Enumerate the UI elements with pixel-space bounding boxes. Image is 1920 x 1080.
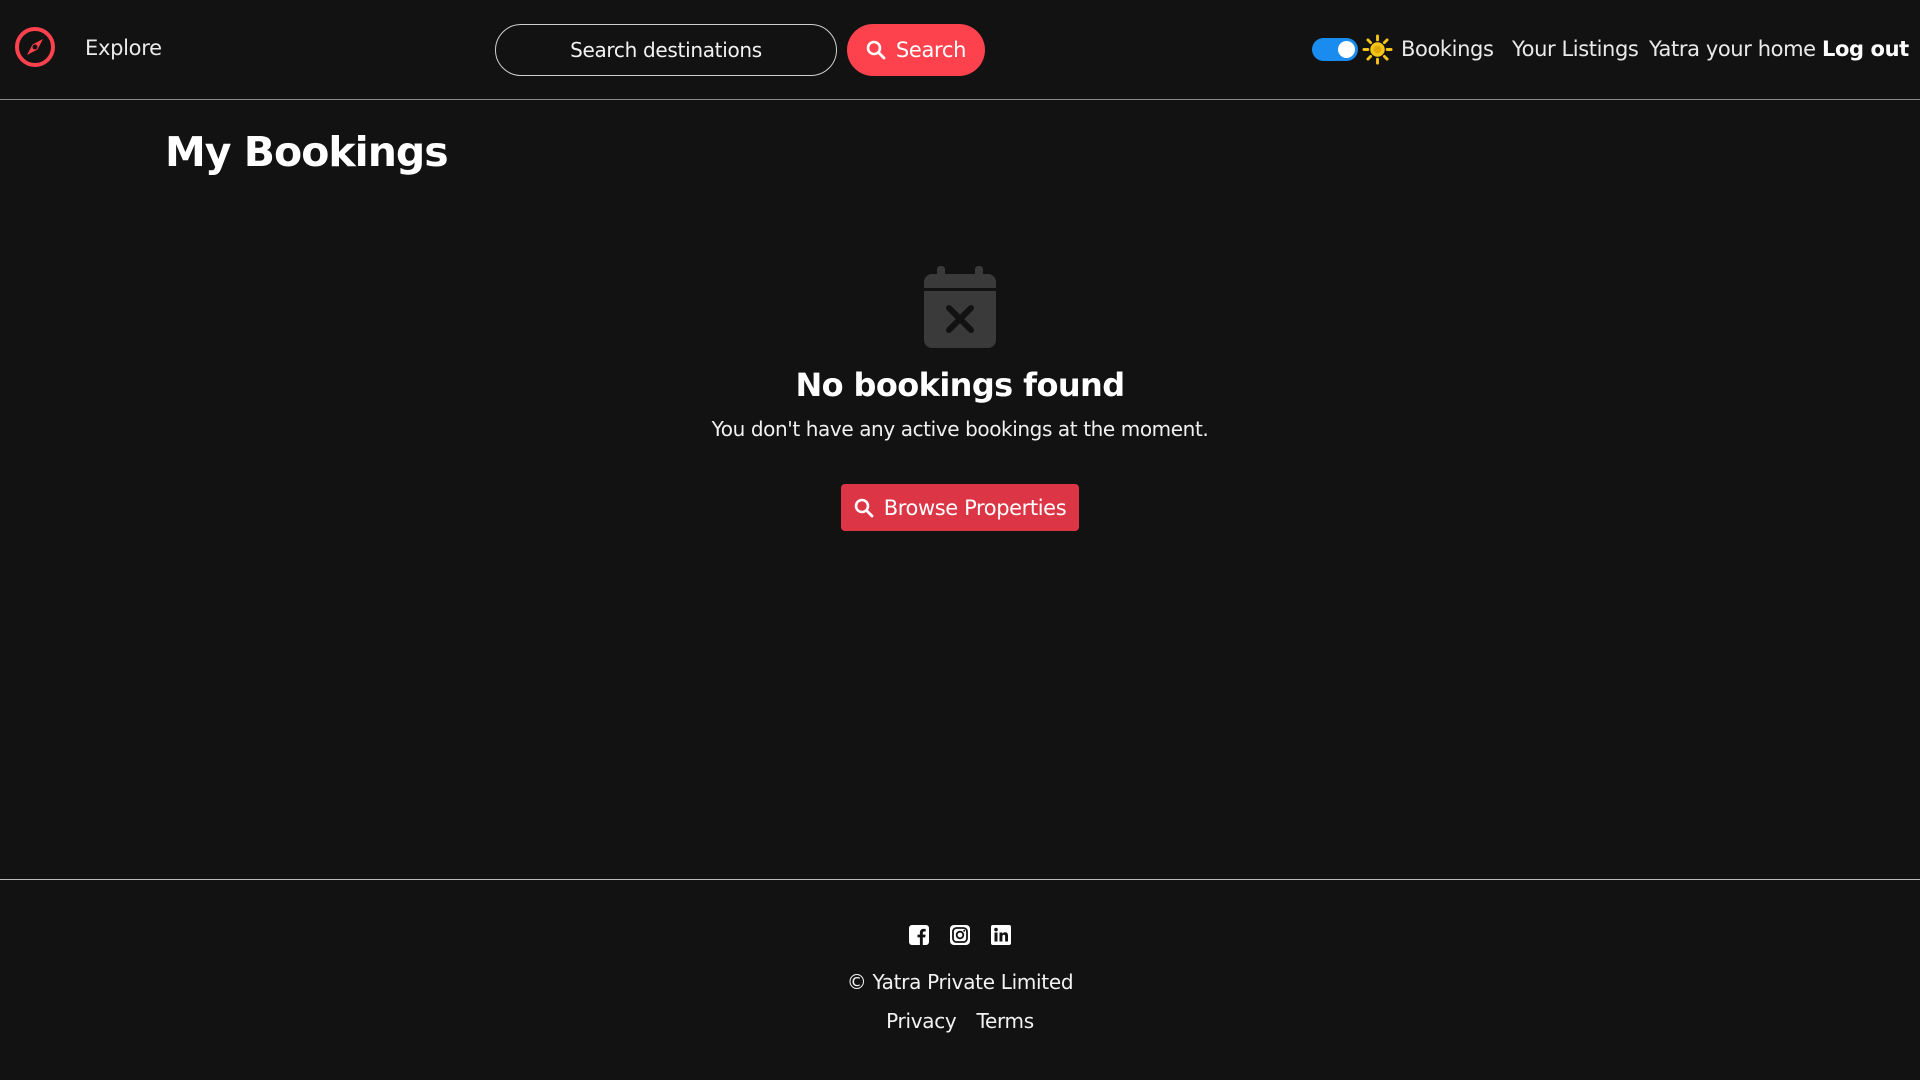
navbar: Explore Search Bookings Your Listings Ya… <box>0 0 1920 100</box>
terms-link[interactable]: Terms <box>976 1009 1034 1033</box>
browse-properties-button[interactable]: Browse Properties <box>841 484 1079 531</box>
nav-your-listings-link[interactable]: Your Listings <box>1512 37 1639 61</box>
empty-state-text: You don't have any active bookings at th… <box>711 417 1209 441</box>
sun-icon <box>1362 34 1393 65</box>
search-button[interactable]: Search <box>847 24 985 76</box>
compass-logo-icon[interactable] <box>14 26 56 68</box>
theme-toggle[interactable] <box>1312 38 1358 61</box>
empty-state-heading: No bookings found <box>795 366 1125 404</box>
page-title: My Bookings <box>165 128 449 176</box>
search-input[interactable] <box>495 24 837 76</box>
nav-bookings-link[interactable]: Bookings <box>1401 37 1494 61</box>
calendar-x-icon <box>924 266 996 348</box>
privacy-link[interactable]: Privacy <box>886 1009 957 1033</box>
search-icon <box>854 498 874 517</box>
nav-logout-link[interactable]: Log out <box>1822 37 1909 61</box>
footer-links: Privacy Terms <box>0 1009 1920 1033</box>
toggle-knob <box>1338 41 1355 58</box>
facebook-icon[interactable] <box>908 924 930 946</box>
nav-yatra-your-home-link[interactable]: Yatra your home <box>1649 37 1816 61</box>
linkedin-icon[interactable] <box>990 924 1012 946</box>
instagram-icon[interactable] <box>949 924 971 946</box>
search-button-label: Search <box>895 38 967 62</box>
browse-properties-label: Browse Properties <box>883 495 1067 520</box>
nav-explore-link[interactable]: Explore <box>85 36 162 60</box>
social-links <box>0 924 1920 946</box>
search-icon <box>866 40 886 60</box>
footer: © Yatra Private Limited Privacy Terms <box>0 879 1920 1080</box>
copyright-text: © Yatra Private Limited <box>846 970 1074 994</box>
